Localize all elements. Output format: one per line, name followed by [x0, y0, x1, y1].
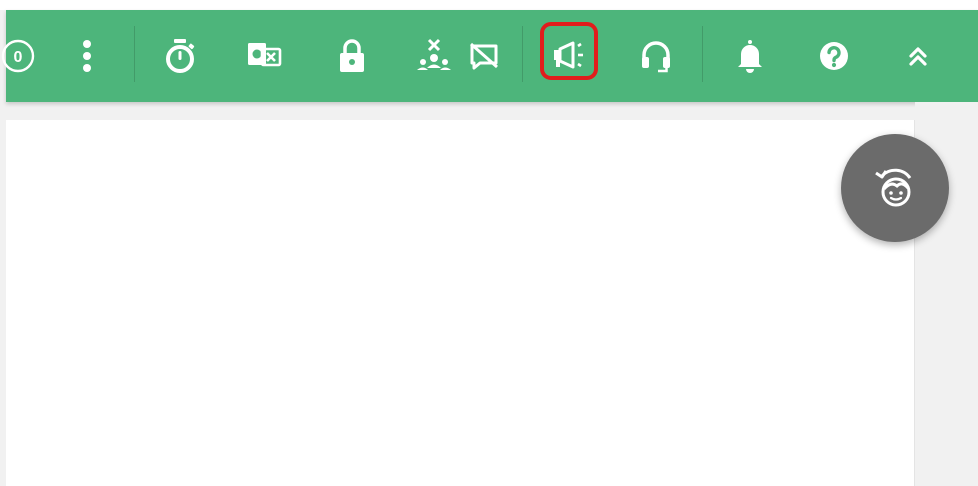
help-icon	[820, 42, 848, 70]
highlight-box	[540, 22, 598, 80]
toolbar-divider	[522, 26, 523, 82]
floating-action-button[interactable]	[841, 134, 949, 242]
toolbar-divider	[702, 26, 703, 82]
stopwatch-icon	[166, 39, 195, 73]
bell-icon	[738, 40, 762, 73]
remove-participants-icon	[417, 38, 451, 70]
avatar-rotate-icon	[875, 168, 912, 207]
counter-value: 0	[14, 49, 23, 66]
counter-badge[interactable]: 0	[0, 10, 38, 102]
disable-chat-button[interactable]	[464, 10, 504, 102]
headset-icon	[642, 41, 670, 73]
toolbar-divider	[134, 26, 135, 82]
notifications-button[interactable]	[728, 10, 772, 102]
counter-badge-icon: 0	[1, 39, 35, 73]
help-button[interactable]	[812, 10, 856, 102]
double-chevron-up-icon	[909, 47, 927, 66]
collapse-toolbar-button[interactable]	[898, 10, 938, 102]
more-options-button[interactable]	[72, 10, 102, 102]
support-button[interactable]	[634, 10, 678, 102]
remove-participants-button[interactable]	[412, 10, 456, 102]
content-panel	[6, 120, 915, 486]
screen-share-icon	[248, 43, 282, 67]
lock-button[interactable]	[330, 10, 374, 102]
chat-disabled-icon	[470, 42, 498, 70]
top-strip	[0, 0, 978, 10]
more-vertical-icon	[83, 40, 91, 72]
lock-icon	[340, 39, 364, 72]
timer-button[interactable]	[158, 10, 202, 102]
screen-share-button[interactable]	[242, 10, 286, 102]
top-toolbar: 0	[1, 10, 978, 102]
